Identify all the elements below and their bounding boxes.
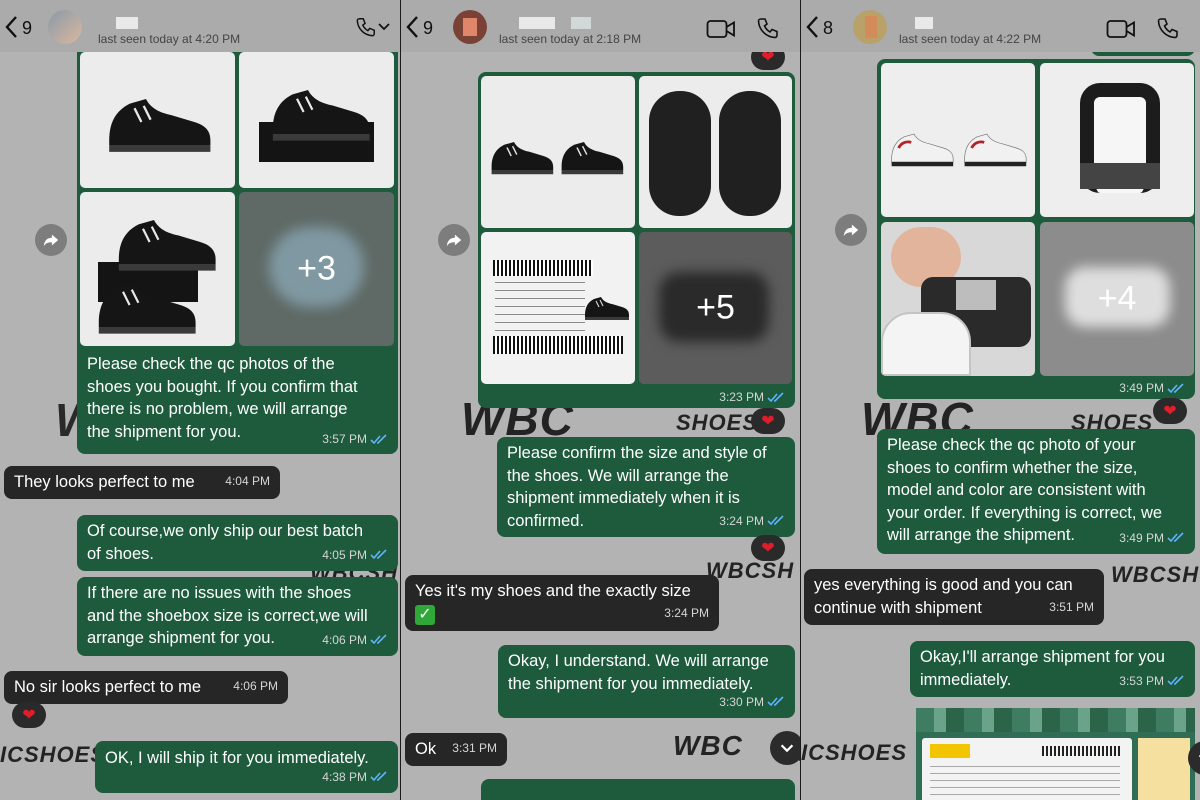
shoe-photo[interactable] (881, 222, 1035, 376)
forward-icon[interactable] (835, 214, 867, 246)
shoe-photo[interactable] (481, 76, 635, 228)
avatar[interactable] (853, 10, 887, 44)
chat-header: 9 last seen today at 2:18 PM (401, 0, 800, 52)
incoming-message[interactable]: No sir looks perfect to me 4:06 PM (4, 671, 288, 704)
photo-album-message[interactable]: +4 3:49 PM (877, 59, 1195, 399)
unread-count: 9 (423, 18, 434, 38)
shoe-photo[interactable] (239, 52, 394, 188)
outgoing-message[interactable]: If there are no issues with the shoes an… (77, 577, 398, 656)
read-receipt-icon (1167, 383, 1185, 394)
read-receipt-icon (1167, 675, 1185, 686)
contact-name-redacted (571, 17, 591, 29)
outgoing-message[interactable]: Okay, I understand. We will arrange the … (498, 645, 795, 718)
contact-name-redacted (116, 17, 138, 29)
last-seen-status: last seen today at 4:22 PM (899, 32, 1042, 46)
contact-name-redacted (519, 17, 555, 29)
phone-icon[interactable] (756, 16, 780, 40)
avatar[interactable] (48, 10, 82, 44)
shoe-photo[interactable] (80, 192, 235, 346)
heart-icon[interactable]: ❤ (12, 702, 46, 728)
chevron-down-icon[interactable] (378, 22, 390, 32)
heart-icon[interactable]: ❤ (751, 535, 785, 561)
chat-panel-3: 8 last seen today at 4:22 PM WBC SHOES W… (801, 0, 1200, 800)
outgoing-message[interactable]: Okay,I'll arrange shipment for you immed… (910, 641, 1195, 697)
video-icon[interactable] (1106, 18, 1136, 40)
read-receipt-icon (370, 771, 388, 782)
forward-icon[interactable] (35, 224, 67, 256)
message-text: Please check the qc photos of the shoes … (87, 355, 358, 441)
shoe-photo[interactable] (1040, 63, 1194, 217)
message-meta: 3:23 PM (719, 390, 785, 404)
outgoing-message[interactable]: Please confirm the size and style of the… (497, 437, 795, 537)
more-photos-tile[interactable]: +3 (239, 192, 394, 346)
unread-count: 9 (22, 18, 33, 38)
shoe-photo[interactable] (639, 76, 792, 228)
chat-panel-1: 9 last seen today at 4:20 PM WBC WBCSH I… (0, 0, 400, 800)
outgoing-message[interactable]: Please check the qc photo of your shoes … (877, 429, 1195, 554)
read-receipt-icon (767, 515, 785, 526)
watermark: ICSHOES (801, 740, 908, 765)
photo-message-partial[interactable] (916, 708, 1195, 800)
photo-album-message[interactable]: +5 3:23 PM (478, 72, 795, 408)
video-icon[interactable] (706, 18, 736, 40)
photo-album-message[interactable]: +3 Please check the qc photos of the sho… (77, 44, 398, 454)
shoe-photo[interactable] (481, 232, 635, 384)
more-photos-tile[interactable]: +5 (639, 232, 792, 384)
last-seen-status: last seen today at 2:18 PM (499, 32, 642, 46)
message-meta: 3:49 PM (1119, 381, 1185, 395)
watermark: ICSHOES (0, 742, 107, 767)
heart-icon[interactable]: ❤ (1153, 398, 1187, 424)
incoming-message[interactable]: yes everything is good and you can conti… (804, 569, 1104, 625)
watermark: WBCSH (706, 558, 795, 583)
incoming-message[interactable]: They looks perfect to me 4:04 PM (4, 466, 280, 499)
contact-name-redacted (915, 17, 933, 29)
read-receipt-icon (370, 549, 388, 560)
chat-header: 8 last seen today at 4:22 PM (801, 0, 1200, 52)
outgoing-message[interactable]: Of course,we only ship our best batch of… (77, 515, 398, 571)
chat-panel-2: 9 last seen today at 2:18 PM ❤ WBC SHOES… (401, 0, 800, 800)
phone-icon[interactable] (1156, 16, 1180, 40)
watermark: WBCSH (1111, 562, 1200, 587)
watermark: SHOES (676, 410, 759, 435)
chevron-left-icon[interactable] (803, 14, 823, 40)
read-receipt-icon (1167, 532, 1185, 543)
more-photos-tile[interactable]: +4 (1040, 222, 1194, 376)
unread-count: 8 (823, 18, 834, 38)
check-mark-icon: ✓ (415, 604, 435, 625)
avatar[interactable] (453, 10, 487, 44)
heart-icon[interactable]: ❤ (751, 408, 785, 434)
read-receipt-icon (370, 434, 388, 445)
shoe-photo[interactable] (881, 63, 1035, 217)
read-receipt-icon (767, 696, 785, 707)
incoming-message[interactable]: Yes it's my shoes and the exactly size ✓… (405, 575, 719, 631)
phone-icon[interactable] (355, 16, 377, 38)
watermark: WBC (673, 730, 743, 761)
outgoing-message[interactable]: OK, I will ship it for you immediately. … (95, 741, 398, 793)
outgoing-message-partial[interactable] (481, 779, 795, 800)
chevron-left-icon[interactable] (2, 14, 22, 40)
chevron-down-icon[interactable] (770, 731, 800, 765)
forward-icon[interactable] (438, 224, 470, 256)
chat-header: 9 last seen today at 4:20 PM (0, 0, 400, 52)
chevron-left-icon[interactable] (403, 14, 423, 40)
last-seen-status: last seen today at 4:20 PM (98, 32, 241, 46)
incoming-message[interactable]: Ok 3:31 PM (405, 733, 507, 766)
shoe-photo[interactable] (80, 52, 235, 188)
read-receipt-icon (370, 634, 388, 645)
read-receipt-icon (767, 392, 785, 403)
message-meta: 3:57 PM (322, 432, 388, 446)
